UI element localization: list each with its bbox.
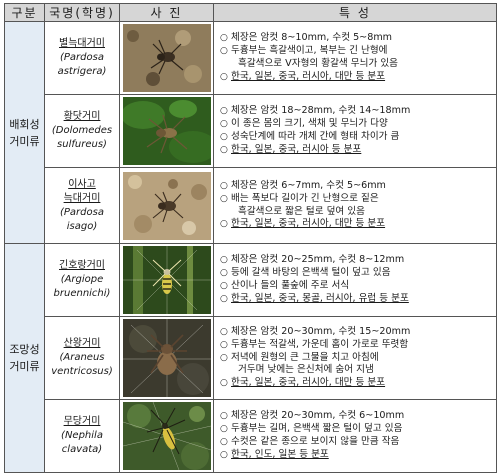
group-cell-wandering: 배회성 거미류 [4, 21, 45, 244]
korean-name: 이사고 늑대거미 [63, 178, 101, 204]
table-row: 무당거미 (Nephila clavata) ○ 체장은 암컷 20~30mm,… [5, 399, 497, 473]
trait-item: 배는 폭보다 길이가 긴 난형으로 짙은 [220, 193, 494, 206]
header-group: 구분 [4, 3, 45, 22]
korean-name: 산왕거미 [63, 338, 101, 349]
scientific-name: (Pardosa astrigera) [57, 52, 107, 77]
spider-table-container: 구분 국명(학명) 사 진 특 성 배회성 거미류 별늑대거미 (Pardosa… [4, 3, 497, 473]
traits-list: 체장은 암컷 18~28mm, 수컷 14~18mm이 종은 몸의 크기, 색채… [220, 105, 494, 156]
traits-cell: 체장은 암컷 20~30mm, 수컷 6~10mm두흉부는 길며, 은백색 짧은… [213, 399, 497, 473]
name-cell: 황닷거미 (Dolomedes sulfureus) [44, 94, 120, 168]
photo-cell [119, 167, 214, 244]
trait-item: 두흉부는 흑갈색이고, 복부는 긴 난형에 [220, 45, 494, 58]
name-cell: 이사고 늑대거미 (Pardosa isago) [44, 167, 120, 244]
trait-item: 두흉부는 길며, 은백색 짧은 털이 덮고 있음 [220, 423, 494, 436]
table-row: 배회성 거미류 별늑대거미 (Pardosa astrigera) ○ 체장은 … [4, 21, 497, 244]
group-label: 배회성 거미류 [9, 117, 40, 148]
spider-photo-pardosa-astrigera [123, 24, 211, 92]
trait-item: 체장은 암컷 18~28mm, 수컷 14~18mm [220, 105, 494, 118]
table-row: 이사고 늑대거미 (Pardosa isago) ○ 체장은 암컷 6~7mm,… [5, 167, 497, 244]
traits-list: 체장은 암컷 6~7mm, 수컷 5~6mm배는 폭보다 길이가 긴 난형으로 … [220, 180, 494, 231]
trait-item: 체장은 암컷 20~25mm, 수컷 8~12mm [220, 254, 494, 267]
scientific-name: (Araneus ventricosus) [51, 352, 113, 377]
trait-item: 한국, 일본, 중국, 러시아, 대만 등 분포 [220, 377, 494, 390]
table-row: 조망성 거미류 긴호랑거미 (Argiope bruennichi) ○ 체장은… [4, 243, 497, 473]
group-cell-orb-weaving: 조망성 거미류 [4, 243, 45, 473]
traits-cell: 체장은 암컷 18~28mm, 수컷 14~18mm이 종은 몸의 크기, 색채… [213, 94, 497, 168]
trait-item: 체장은 암컷 20~30mm, 수컷 15~20mm [220, 326, 494, 339]
trait-item: 한국, 일본, 중국, 러시아, 대만 등 분포 [220, 218, 494, 231]
traits-list: 체장은 암컷 20~30mm, 수컷 15~20mm두흉부는 적갈색, 가운데 … [220, 326, 494, 390]
scientific-name: (Argiope bruennichi) [53, 274, 111, 299]
traits-list: 체장은 암컷 20~30mm, 수컷 6~10mm두흉부는 길며, 은백색 짧은… [220, 410, 494, 461]
trait-item: 수컷은 같은 종으로 보이지 않을 만큼 작음 [220, 436, 494, 449]
header-photo: 사 진 [119, 3, 214, 22]
trait-item: 체장은 암컷 20~30mm, 수컷 6~10mm [220, 410, 494, 423]
name-cell: 별늑대거미 (Pardosa astrigera) [44, 21, 120, 95]
trait-item: 흑갈색으로 V자형의 황갈색 무늬가 있음 [238, 58, 398, 69]
photo-cell [119, 316, 214, 400]
scientific-name: (Dolomedes sulfureus) [51, 125, 113, 150]
photo-cell [119, 21, 214, 95]
traits-list: 체장은 암컷 8~10mm, 수컷 5~8mm두흉부는 흑갈색이고, 복부는 긴… [220, 32, 494, 83]
scientific-name: (Pardosa isago) [60, 206, 104, 232]
trait-item: 두흉부는 적갈색, 가운데 홈이 가로로 뚜렷함 [220, 339, 494, 352]
trait-item: 체장은 암컷 8~10mm, 수컷 5~8mm [220, 32, 494, 45]
trait-item: 등에 갈색 바탕의 은백색 털이 덮고 있음 [220, 267, 494, 280]
trait-item: 성숙단계에 따라 개체 간에 형태 차이가 큼 [220, 131, 494, 144]
photo-cell [119, 399, 214, 473]
trait-item: 산이나 들의 풀숲에 주로 서식 [220, 280, 494, 293]
scientific-name: (Nephila clavata) [61, 430, 103, 455]
photo-cell [119, 243, 214, 317]
header-row: 구분 국명(학명) 사 진 특 성 [4, 3, 497, 22]
traits-cell: 체장은 암컷 20~30mm, 수컷 15~20mm두흉부는 적갈색, 가운데 … [213, 316, 497, 400]
trait-item: 한국, 일본, 중국, 러시아, 대만 등 분포 [220, 71, 494, 84]
trait-item: 체장은 암컷 6~7mm, 수컷 5~6mm [220, 180, 494, 193]
trait-item: 흑갈색으로 짧은 털로 덮여 있음 [238, 205, 365, 217]
spider-photo-araneus-ventricosus [123, 319, 211, 397]
name-cell: 긴호랑거미 (Argiope bruennichi) [44, 243, 120, 317]
name-cell: 무당거미 (Nephila clavata) [44, 399, 120, 473]
table-row: 산왕거미 (Araneus ventricosus) ○ 체장은 암컷 20~3… [5, 316, 497, 400]
header-name: 국명(학명) [44, 3, 120, 22]
spider-photo-pardosa-isago [123, 171, 211, 240]
korean-name: 황닷거미 [63, 111, 101, 122]
traits-list: 체장은 암컷 20~25mm, 수컷 8~12mm등에 갈색 바탕의 은백색 털… [220, 254, 494, 305]
spider-classification-table: 구분 국명(학명) 사 진 특 성 배회성 거미류 별늑대거미 (Pardosa… [4, 3, 497, 473]
spider-photo-dolomedes-sulfureus [123, 97, 211, 165]
header-traits: 특 성 [213, 3, 497, 22]
trait-item: 한국, 인도, 일본 등 분포 [220, 449, 494, 462]
korean-name: 별늑대거미 [59, 38, 105, 49]
trait-item: 거두며 낮에는 은신처에 숨어 지냄 [238, 364, 374, 376]
table-row: 황닷거미 (Dolomedes sulfureus) ○ 체장은 암컷 18~2… [5, 94, 497, 168]
traits-cell: 체장은 암컷 20~25mm, 수컷 8~12mm등에 갈색 바탕의 은백색 털… [213, 243, 497, 317]
trait-item: 저녁에 원형의 큰 그물을 치고 아침에 [220, 352, 494, 365]
trait-item: 한국, 일본, 중국, 러시아 등 분포 [220, 144, 494, 157]
spider-photo-argiope-bruennichi [123, 246, 211, 314]
spider-photo-nephila-clavata [123, 402, 211, 470]
photo-cell [119, 94, 214, 168]
trait-item: 이 종은 몸의 크기, 색채 및 무늬가 다양 [220, 118, 494, 131]
korean-name: 긴호랑거미 [59, 260, 105, 271]
trait-item: 한국, 일본, 중국, 몽골, 러시아, 유럽 등 분포 [220, 293, 494, 306]
name-cell: 산왕거미 (Araneus ventricosus) [44, 316, 120, 400]
traits-cell: 체장은 암컷 8~10mm, 수컷 5~8mm두흉부는 흑갈색이고, 복부는 긴… [213, 21, 497, 95]
group-label: 조망성 거미류 [9, 343, 40, 373]
traits-cell: 체장은 암컷 6~7mm, 수컷 5~6mm배는 폭보다 길이가 긴 난형으로 … [213, 167, 497, 244]
korean-name: 무당거미 [63, 416, 101, 427]
